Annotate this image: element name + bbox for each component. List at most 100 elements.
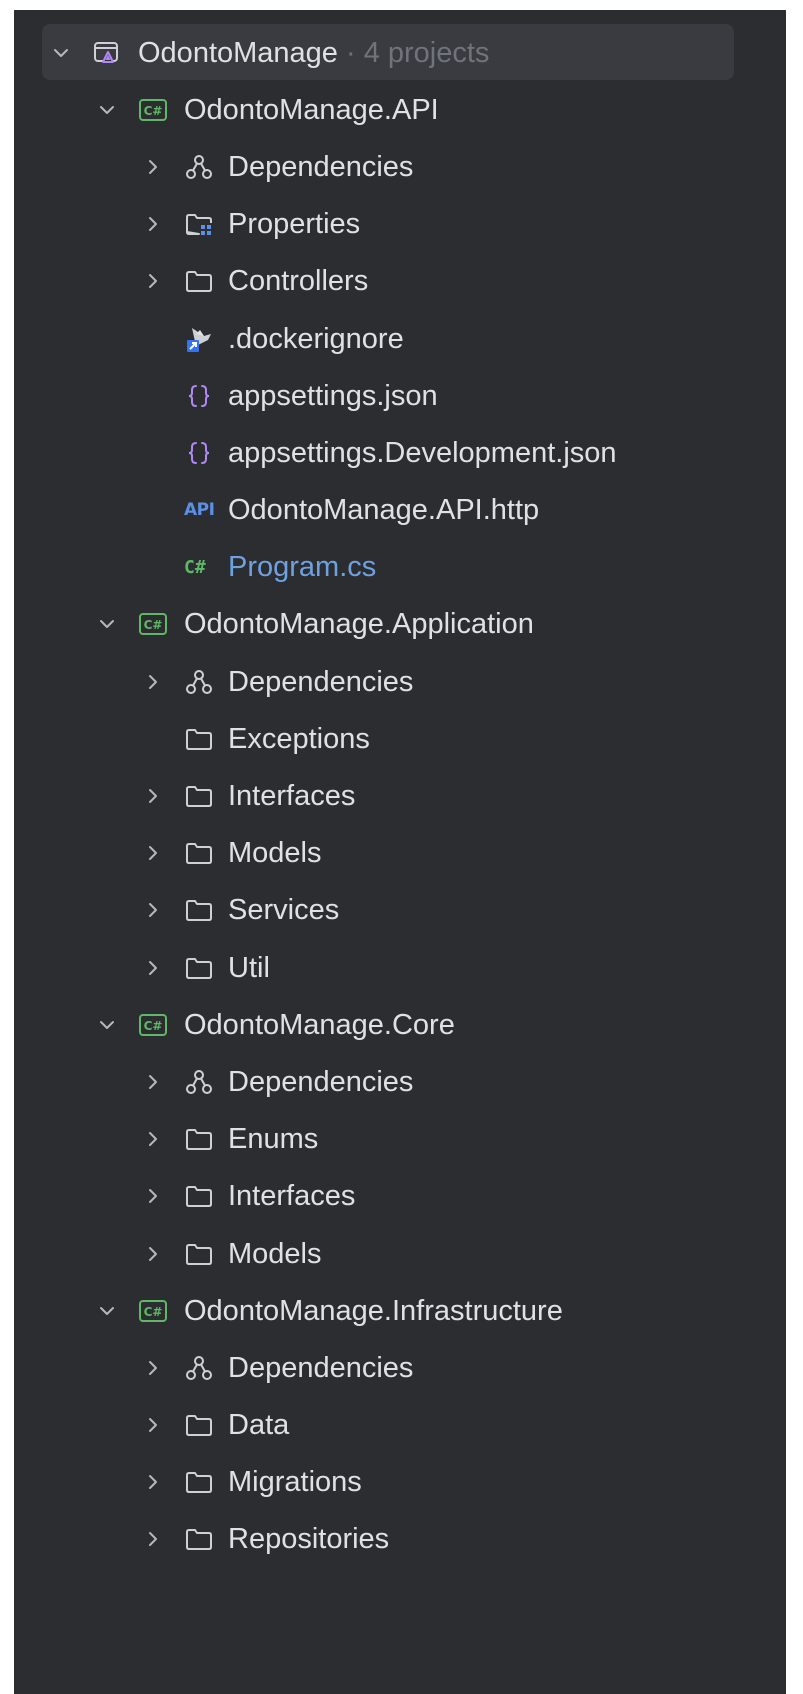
folder-icon	[186, 1415, 212, 1437]
tree-item[interactable]: Models	[14, 825, 786, 882]
tree-item[interactable]: appsettings.Development.json	[14, 424, 786, 481]
solution-tree: OdontoManage · 4 projects C# OdontoManage…	[14, 24, 786, 1568]
chevron-right-icon[interactable]	[142, 213, 164, 235]
tree-item-label: Program.cs	[228, 551, 377, 584]
solution-label: OdontoManage · 4 projects	[138, 36, 489, 70]
project-label: OdontoManage.Core	[184, 1008, 455, 1041]
tree-item[interactable]: Services	[14, 882, 786, 939]
tree-item-label: Properties	[228, 208, 361, 241]
project-label: OdontoManage.Application	[184, 608, 534, 641]
chevron-right-icon[interactable]	[142, 1471, 164, 1493]
tree-item[interactable]: Properties	[14, 196, 786, 253]
tree-item-label: OdontoManage.API.http	[228, 494, 540, 527]
tree-item[interactable]: C# Program.cs	[14, 539, 786, 596]
folder-icon	[186, 843, 212, 865]
chevron-right-icon[interactable]	[142, 1528, 164, 1550]
dependencies-icon	[186, 669, 212, 694]
chevron-right-icon[interactable]	[142, 899, 164, 921]
tree-item[interactable]: Dependencies	[14, 653, 786, 710]
tree-item[interactable]: Dependencies	[14, 138, 786, 195]
chevron-right-icon[interactable]	[142, 1414, 164, 1436]
tree-item-label: Migrations	[228, 1466, 362, 1499]
csharp-file-icon: C#	[184, 556, 206, 578]
folder-icon	[186, 728, 212, 750]
tree-item-label: Models	[228, 837, 322, 870]
chevron-down-icon[interactable]	[96, 1300, 118, 1322]
tree-item-label: .dockerignore	[228, 322, 404, 355]
dependencies-icon	[186, 154, 212, 179]
folder-icon	[186, 900, 212, 922]
project-explorer-panel: OdontoManage · 4 projects C# OdontoManage…	[14, 10, 786, 1694]
solution-icon	[94, 41, 118, 63]
csharp-project-icon: C#	[139, 1299, 167, 1322]
folder-icon	[186, 1129, 212, 1151]
chevron-down-icon[interactable]	[96, 613, 118, 635]
folder-icon	[186, 786, 212, 808]
tree-item[interactable]: Util	[14, 939, 786, 996]
tree-item-project[interactable]: C# OdontoManage.Application	[14, 596, 786, 653]
tree-item[interactable]: appsettings.json	[14, 367, 786, 424]
tree-item-label: Models	[228, 1237, 322, 1270]
dependencies-icon	[186, 1355, 212, 1380]
folder-icon	[186, 957, 212, 979]
tree-item[interactable]: Models	[14, 1225, 786, 1282]
tree-item[interactable]: Dependencies	[14, 1339, 786, 1396]
chevron-down-icon[interactable]	[96, 1014, 118, 1036]
solution-project-count: · 4 projects	[337, 36, 490, 69]
tree-item-label: Exceptions	[228, 722, 370, 755]
json-icon	[188, 441, 210, 464]
chevron-right-icon[interactable]	[142, 842, 164, 864]
tree-item-label: appsettings.Development.json	[228, 436, 617, 469]
tree-item[interactable]: Repositories	[14, 1511, 786, 1568]
json-icon	[188, 384, 210, 407]
chevron-right-icon[interactable]	[142, 1357, 164, 1379]
tree-item-label: Interfaces	[228, 780, 356, 813]
dependencies-icon	[186, 1069, 212, 1094]
tree-item-label: Dependencies	[228, 150, 414, 183]
tree-item[interactable]: Interfaces	[14, 1168, 786, 1225]
chevron-right-icon[interactable]	[142, 156, 164, 178]
tree-item[interactable]: Controllers	[14, 253, 786, 310]
tree-item-label: Services	[228, 894, 340, 927]
tree-item[interactable]: .dockerignore	[14, 310, 786, 367]
api-http-icon: API	[184, 500, 215, 521]
tree-item-label: Repositories	[228, 1523, 390, 1556]
tree-item-solution[interactable]: OdontoManage · 4 projects	[14, 24, 786, 81]
chevron-right-icon[interactable]	[142, 785, 164, 807]
tree-item-label: Dependencies	[228, 1351, 414, 1384]
tree-item[interactable]: Enums	[14, 1111, 786, 1168]
tree-item[interactable]: Migrations	[14, 1454, 786, 1511]
tree-item[interactable]: Interfaces	[14, 767, 786, 824]
solution-name: OdontoManage	[138, 36, 338, 69]
folder-icon	[186, 271, 212, 293]
chevron-right-icon[interactable]	[142, 1185, 164, 1207]
tree-item[interactable]: API OdontoManage.API.http	[14, 482, 786, 539]
csharp-badge-text: C#	[144, 1019, 163, 1033]
chevron-down-icon[interactable]	[50, 42, 72, 64]
folder-icon	[186, 1243, 212, 1265]
tree-item-label: Util	[228, 951, 270, 984]
chevron-right-icon[interactable]	[142, 1128, 164, 1150]
folder-icon	[186, 1186, 212, 1208]
properties-folder-icon	[186, 214, 212, 236]
tree-item-label: appsettings.json	[228, 379, 438, 412]
csharp-project-icon: C#	[139, 1013, 167, 1036]
project-label: OdontoManage.Infrastructure	[184, 1294, 563, 1327]
tree-item[interactable]: Data	[14, 1397, 786, 1454]
folder-icon	[186, 1529, 212, 1551]
chevron-right-icon[interactable]	[142, 957, 164, 979]
tree-item-project[interactable]: C# OdontoManage.Core	[14, 996, 786, 1053]
tree-item[interactable]: Dependencies	[14, 1053, 786, 1110]
chevron-right-icon[interactable]	[142, 671, 164, 693]
chevron-right-icon[interactable]	[142, 270, 164, 292]
tree-item-project[interactable]: C# OdontoManage.Infrastructure	[14, 1282, 786, 1339]
chevron-right-icon[interactable]	[142, 1243, 164, 1265]
csharp-badge-text: C#	[144, 1305, 163, 1319]
csharp-project-icon: C#	[139, 98, 167, 121]
tree-item[interactable]: Exceptions	[14, 710, 786, 767]
chevron-right-icon[interactable]	[142, 1071, 164, 1093]
project-label: OdontoManage.API	[184, 93, 439, 126]
tree-item-project[interactable]: C# OdontoManage.API	[14, 81, 786, 138]
tree-item-label: Enums	[228, 1123, 319, 1156]
chevron-down-icon[interactable]	[96, 99, 118, 121]
